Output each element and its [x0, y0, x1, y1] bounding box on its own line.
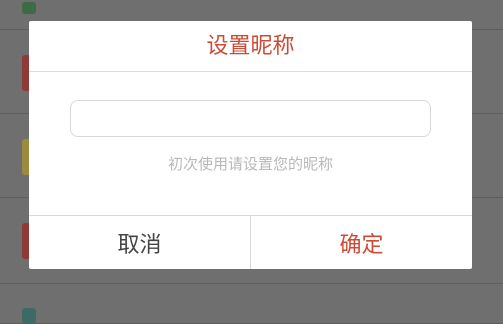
- dialog-button-bar: 取消 确定: [29, 215, 472, 269]
- set-nickname-dialog: 设置昵称 初次使用请设置您的昵称 取消 确定: [29, 21, 472, 269]
- nickname-hint: 初次使用请设置您的昵称: [167, 155, 333, 173]
- list-item-color-chip: [22, 2, 36, 14]
- background-list-item: [0, 284, 503, 324]
- cancel-button[interactable]: 取消: [29, 216, 251, 269]
- list-item-color-chip: [22, 308, 36, 324]
- confirm-button[interactable]: 确定: [251, 216, 472, 269]
- nickname-input[interactable]: [70, 100, 431, 137]
- dialog-title: 设置昵称: [29, 21, 472, 72]
